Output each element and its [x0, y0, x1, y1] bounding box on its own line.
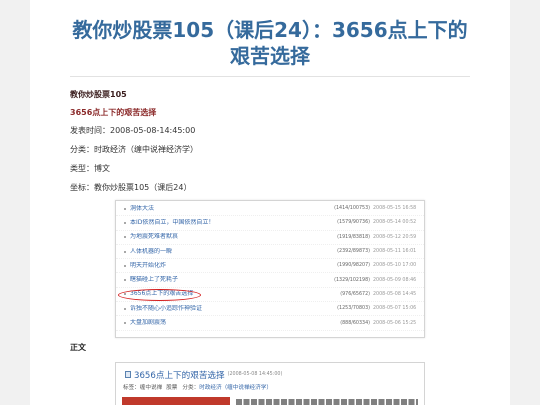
- article-list: 洞体大法 (1414/100753) 2008-05-15 16:58 本ID依然自立…: [116, 201, 424, 331]
- article-title: 本ID依然自立，中国依然自立！: [130, 218, 215, 226]
- article-list-row: 人体机器的一瞬 (2392/89873) 2008-05-11 16:01: [116, 245, 424, 260]
- red-highlight-block: [122, 397, 230, 405]
- bullet-icon: [124, 322, 126, 325]
- article-list-screenshot: 洞体大法 (1414/100753) 2008-05-15 16:58 本ID依然自立…: [115, 200, 425, 338]
- tags-label: 标签：: [123, 385, 140, 391]
- category-label: 分类：: [182, 385, 200, 391]
- article-list-row: 大盘加剧震荡 (888/60334) 2008-05-06 15:25: [116, 316, 424, 331]
- article-stats: (2392/89873): [337, 249, 370, 255]
- article-date: 2008-05-11 16:01: [373, 249, 417, 255]
- article-stats: (888/60334): [340, 320, 370, 326]
- article-stats: (1579/90736): [337, 220, 370, 226]
- article-stats: (976/65672): [340, 291, 370, 297]
- article-list-row: 洞体大法 (1414/100753) 2008-05-15 16:58: [116, 202, 424, 217]
- bullet-icon: [124, 250, 126, 253]
- bullet-icon: [124, 279, 126, 282]
- post-subtitle: 3656点上下的艰苦选择: [70, 108, 157, 117]
- article-title: 明天开始化炸: [130, 261, 167, 269]
- article-list-row: 诉独不随心小追踪作神验证 (1253/70803) 2008-05-07 15:06: [116, 302, 424, 317]
- article-title: 瞎猫碰上了死耗子: [130, 276, 179, 284]
- article-date: 2008-05-12 20:59: [373, 234, 417, 240]
- article-date: 2008-05-08 14:45: [373, 291, 417, 297]
- blog-header-title: 3656点上下的艰苦选择: [134, 370, 225, 381]
- article-stats: (1253/70803): [337, 306, 370, 312]
- article-date: 2008-05-09 08:46: [373, 277, 417, 283]
- publish-time: 发表时间：2008-05-08-14:45:00: [70, 126, 196, 135]
- article-date: 2008-05-10 17:00: [373, 263, 417, 269]
- bullet-icon: [124, 264, 126, 267]
- blog-header-date: (2008-05-08 14:45:00): [227, 372, 283, 377]
- bullet-icon: [124, 221, 126, 224]
- article-date: 2008-05-15 16:58: [373, 206, 417, 212]
- article-list-row: 瞎猫碰上了死耗子 (1329/102198) 2008-05-09 08:46: [116, 273, 424, 288]
- blog-header-screenshot: 3656点上下的艰苦选择 (2008-05-08 14:45:00) 标签：缠中…: [115, 362, 425, 405]
- bullet-icon: [124, 307, 126, 310]
- body-heading: 正文: [70, 343, 86, 352]
- title-divider: [70, 76, 470, 77]
- article-title: 为地震死难者默哀: [130, 233, 179, 241]
- article-date: 2008-05-07 15:06: [373, 306, 417, 312]
- blog-header-title-row: 3656点上下的艰苦选择 (2008-05-08 14:45:00): [125, 368, 282, 381]
- article-stats: (1329/102198): [334, 277, 370, 283]
- bullet-icon: [124, 207, 126, 210]
- article-list-row: 本ID依然自立，中国依然自立！ (1579/90736) 2008-05-14 00…: [116, 216, 424, 231]
- article-date: 2008-05-14 00:52: [373, 220, 417, 226]
- page-title: 教你炒股票105（课后24）：3656点上下的艰苦选择: [72, 18, 468, 68]
- article-title: 人体机器的一瞬: [130, 247, 173, 255]
- article-stats: (1919/83818): [337, 234, 370, 240]
- series-label: 教你炒股票105: [70, 90, 127, 99]
- post-type: 类型：博文: [70, 164, 110, 173]
- category-link: 时政经济（缠中说禅经济学）: [199, 385, 272, 391]
- article-date: 2008-05-06 15:25: [373, 320, 417, 326]
- post-category: 分类：时政经济（缠中说禅经济学）: [70, 145, 198, 154]
- article-icon: [125, 371, 131, 378]
- tag: 缠中说禅: [139, 385, 163, 391]
- red-circle-highlight: [118, 288, 201, 301]
- cut-off-text-line: [236, 399, 418, 405]
- article-title: 洞体大法: [130, 204, 155, 212]
- article-title: 大盘加剧震荡: [130, 319, 167, 327]
- article-stats: (1414/100753): [334, 206, 370, 212]
- bullet-icon: [124, 236, 126, 239]
- article-list-row: 3656点上下的艰苦选择 (976/65672) 2008-05-08 14:45: [116, 288, 424, 303]
- article-list-row: 为地震死难者默哀 (1919/83818) 2008-05-12 20:59: [116, 231, 424, 245]
- blog-post-page: 教你炒股票105（课后24）：3656点上下的艰苦选择 教你炒股票105 365…: [30, 0, 510, 405]
- article-title: 诉独不随心小追踪作神验证: [130, 304, 203, 312]
- article-list-row: 明天开始化炸 (1990/98207) 2008-05-10 17:00: [116, 259, 424, 274]
- blog-header-tags-row: 标签：缠中说禅 股票 分类：时政经济（缠中说禅经济学）: [123, 384, 272, 393]
- tag: 股票: [166, 385, 178, 391]
- post-coordinate: 坐标：教你炒股票105（课后24）: [70, 183, 192, 192]
- article-stats: (1990/98207): [337, 263, 370, 269]
